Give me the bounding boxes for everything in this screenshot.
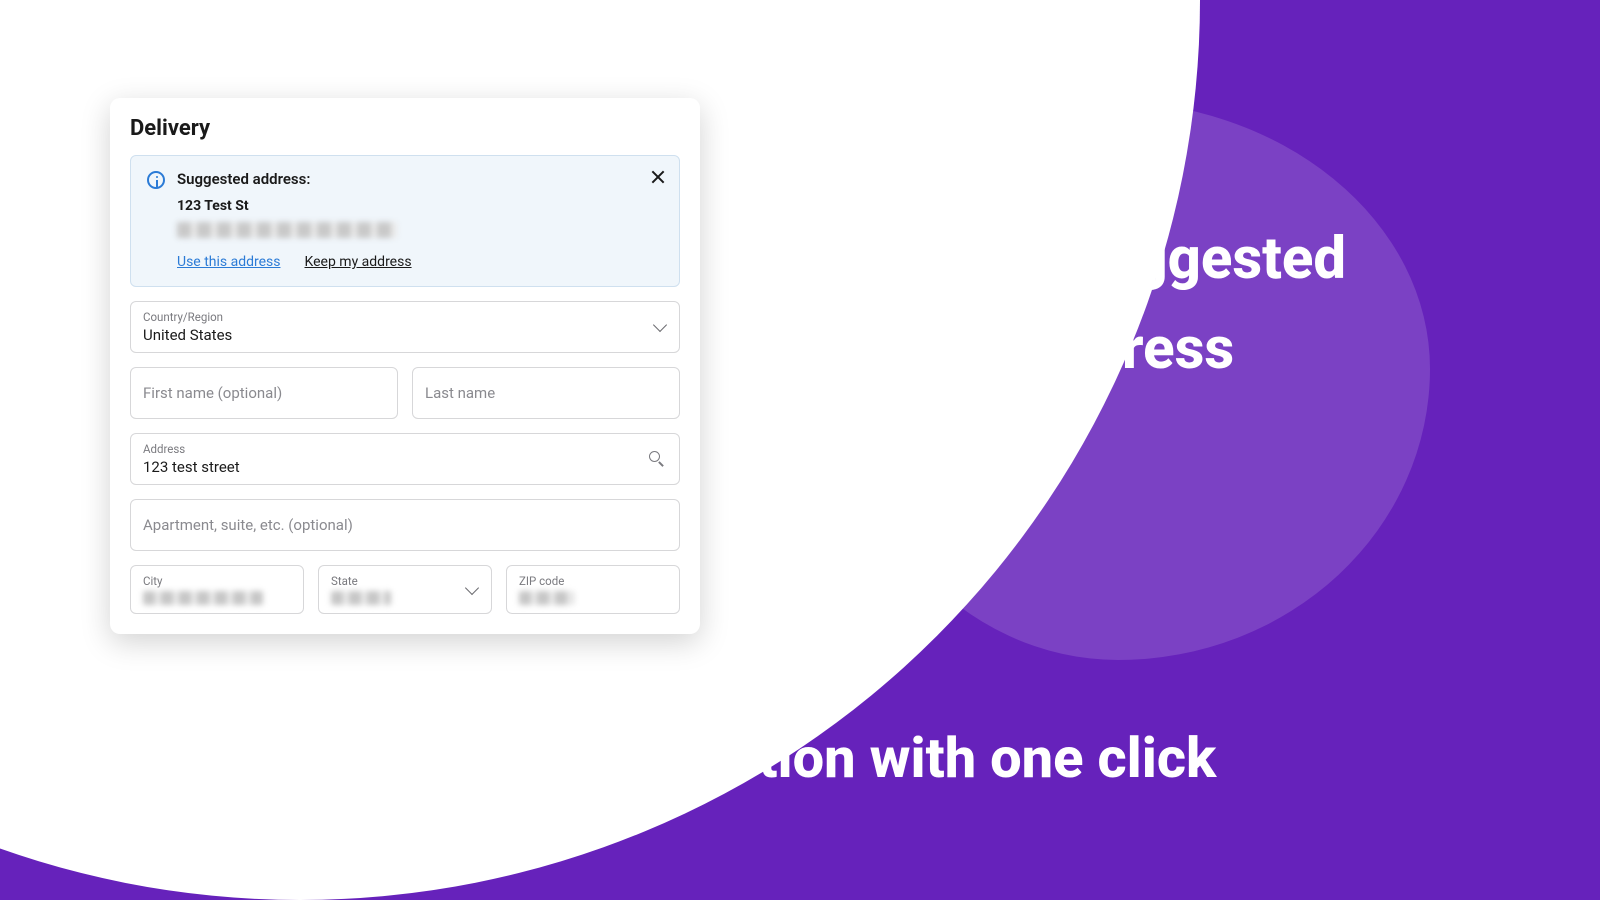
zip-value-redacted [519, 591, 574, 605]
suggested-address-line2-redacted [177, 222, 397, 238]
first-name-field[interactable]: First name (optional) [130, 367, 398, 419]
first-name-placeholder: First name (optional) [143, 384, 385, 402]
last-name-placeholder: Last name [425, 384, 667, 402]
suggested-address-box: Suggested address: 123 Test St Use this … [130, 155, 680, 287]
state-value-redacted [331, 591, 391, 605]
delivery-card: Delivery Suggested address: 123 Test St … [110, 98, 700, 634]
address-label: Address [143, 442, 667, 456]
country-value: United States [143, 326, 667, 344]
city-field[interactable]: City [130, 565, 304, 614]
apartment-field[interactable]: Apartment, suite, etc. (optional) [130, 499, 680, 551]
state-label: State [331, 574, 479, 588]
search-icon [649, 451, 665, 467]
close-icon[interactable] [649, 168, 667, 186]
last-name-field[interactable]: Last name [412, 367, 680, 419]
address-value: 123 test street [143, 458, 667, 476]
card-title: Delivery [130, 116, 680, 141]
marketing-background: Show suggested address Accept suggestion… [0, 0, 1600, 900]
use-this-address-link[interactable]: Use this address [177, 254, 281, 270]
info-icon [147, 171, 165, 189]
address-field[interactable]: Address 123 test street [130, 433, 680, 485]
state-select[interactable]: State [318, 565, 492, 614]
country-label: Country/Region [143, 310, 667, 324]
country-select[interactable]: Country/Region United States [130, 301, 680, 353]
headline-right: Show suggested address [880, 215, 1380, 395]
suggested-address-label: Suggested address: [177, 170, 663, 188]
apartment-placeholder: Apartment, suite, etc. (optional) [143, 516, 667, 534]
suggested-address-line1: 123 Test St [177, 198, 663, 214]
headline-bottom: Accept suggestion with one click [0, 725, 1600, 791]
zip-label: ZIP code [519, 574, 667, 588]
keep-my-address-link[interactable]: Keep my address [305, 254, 412, 270]
zip-field[interactable]: ZIP code [506, 565, 680, 614]
city-value-redacted [143, 591, 263, 605]
city-label: City [143, 574, 291, 588]
